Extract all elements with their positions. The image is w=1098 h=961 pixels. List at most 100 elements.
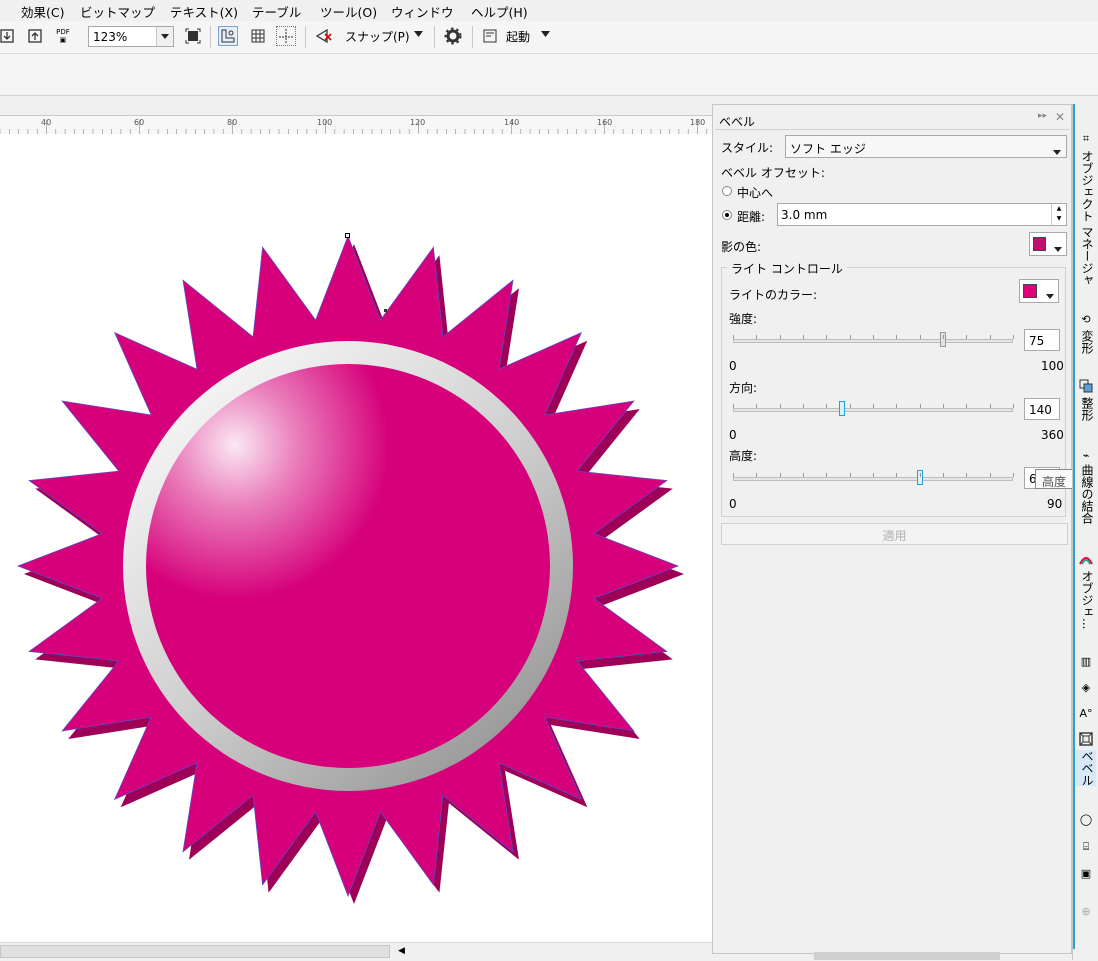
shadow-color-picker[interactable]: [1029, 232, 1067, 256]
slider-tick: [779, 473, 781, 477]
slider-tick: [803, 335, 804, 339]
intensity-field[interactable]: 75: [1024, 329, 1060, 351]
slider-tick: [919, 473, 921, 477]
light-color-label: ライトのカラー:: [729, 288, 818, 302]
ruler-label: 80: [227, 118, 238, 127]
menu-text[interactable]: テキスト(X): [170, 2, 238, 21]
distance-spinbox[interactable]: 3.0 mm ▲ ▼: [777, 203, 1067, 226]
zoom-value: 123%: [93, 30, 128, 44]
collapse-docker-icon[interactable]: ▸▸: [1038, 111, 1047, 121]
close-icon[interactable]: ✕: [1055, 110, 1065, 124]
menu-effects[interactable]: 効果(C): [21, 2, 64, 21]
launch-app-icon[interactable]: [480, 26, 500, 46]
slider-tick: [943, 473, 944, 477]
show-guidelines-icon[interactable]: [276, 26, 296, 46]
toolbar-separator: [434, 26, 435, 48]
text-properties-icon[interactable]: A°: [1077, 704, 1095, 722]
standard-toolbar: PDF ▣ 123% スナップ(P) 起動: [0, 21, 1098, 54]
docker-tab-strip: ⌗ オブジェクト マネージャ ⟲ 変形 整形 ⌁ 曲線の結合 オブジェ... ▥…: [1072, 104, 1098, 960]
style-label: スタイル:: [721, 141, 774, 155]
to-center-label[interactable]: 中心へ: [737, 184, 773, 201]
direction-slider-thumb[interactable]: [838, 401, 845, 416]
tab-object-manager[interactable]: オブジェクト マネージャ: [1076, 150, 1096, 286]
distance-radio[interactable]: [722, 210, 732, 220]
scroll-left-arrow-icon[interactable]: ◀: [398, 946, 405, 956]
slider-tick: [756, 473, 758, 477]
direction-value: 140: [1029, 403, 1052, 417]
to-center-radio[interactable]: [722, 186, 732, 196]
drawing-canvas[interactable]: [0, 134, 712, 942]
intensity-label: 強度:: [729, 312, 758, 326]
transform-icon: ⟲: [1081, 312, 1091, 326]
horizontal-scrollbar[interactable]: ◀: [0, 942, 712, 961]
join-curves-icon: ⌁: [1082, 448, 1090, 462]
show-grid-icon[interactable]: [248, 26, 268, 46]
intensity-min: 0: [729, 359, 737, 373]
light-color-picker[interactable]: [1019, 279, 1059, 303]
contour-icon[interactable]: ◯: [1077, 810, 1095, 828]
apply-button[interactable]: 適用: [721, 523, 1068, 545]
direction-field[interactable]: 140: [1024, 398, 1060, 420]
fill-icon[interactable]: ◈: [1077, 678, 1095, 696]
snap-off-icon[interactable]: [314, 26, 334, 46]
slider-tick: [849, 404, 851, 408]
import-icon[interactable]: [0, 26, 17, 46]
export-icon[interactable]: [25, 26, 45, 46]
blend-icon[interactable]: ⌸: [1077, 838, 1095, 856]
chevron-down-icon[interactable]: [414, 26, 423, 40]
slider-tick: [803, 404, 804, 408]
intensity-max: 100: [1041, 359, 1064, 373]
node-handle[interactable]: [384, 309, 387, 312]
slider-tick: [989, 404, 991, 408]
align-icon[interactable]: ▥: [1077, 652, 1095, 670]
menu-table[interactable]: テーブル: [252, 2, 301, 21]
gear-icon[interactable]: [443, 26, 463, 46]
snap-label[interactable]: スナップ(P): [345, 28, 410, 45]
object-styles-icon: [1077, 550, 1095, 568]
starburst-badge[interactable]: [0, 134, 712, 942]
menu-help[interactable]: ヘルプ(H): [471, 2, 528, 21]
tab-join-curves[interactable]: 曲線の結合: [1076, 464, 1096, 524]
glossy-center-circle: [146, 364, 550, 768]
intensity-slider[interactable]: [733, 339, 1013, 343]
menu-bitmap[interactable]: ビットマップ: [80, 2, 155, 21]
distance-label[interactable]: 距離:: [737, 208, 765, 225]
active-tab-indicator: [1073, 104, 1075, 949]
node-handle[interactable]: [345, 233, 350, 238]
menu-window[interactable]: ウィンドウ: [391, 2, 454, 21]
direction-slider[interactable]: [733, 408, 1013, 412]
tab-bevel[interactable]: ベベル: [1076, 750, 1096, 786]
publish-pdf-icon[interactable]: PDF ▣: [53, 26, 73, 46]
bevel-icon[interactable]: [1077, 730, 1095, 748]
toolbar-separator: [210, 26, 211, 48]
full-screen-icon[interactable]: [183, 26, 203, 46]
tab-transform[interactable]: 変形: [1076, 330, 1096, 354]
tab-object-styles[interactable]: オブジェ...: [1076, 570, 1096, 629]
slider-tick: [896, 335, 898, 339]
add-tab-icon[interactable]: ⊕: [1077, 902, 1095, 920]
slider-tick: [779, 404, 781, 408]
ruler-label: 100: [317, 118, 333, 127]
chevron-down-icon[interactable]: [156, 27, 173, 46]
docker-scroll-thumb[interactable]: [814, 952, 1000, 960]
style-value: ソフト エッジ: [790, 142, 866, 156]
slider-tick: [896, 404, 898, 408]
slider-tick: [733, 404, 734, 408]
zoom-level-combo[interactable]: 123%: [88, 26, 174, 47]
altitude-slider[interactable]: [733, 477, 1013, 481]
scrollbar-track[interactable]: [0, 945, 390, 958]
show-rulers-icon[interactable]: [218, 26, 238, 46]
ruler-label: 140: [504, 118, 520, 127]
chevron-down-icon[interactable]: [541, 26, 550, 40]
tooltip-text: 高度: [1042, 475, 1067, 489]
shadow-color-label: 影の色:: [721, 240, 762, 254]
spin-arrows-icon[interactable]: ▲ ▼: [1051, 204, 1066, 225]
horizontal-ruler[interactable]: 40 60 80 100 120 140 160 180: [0, 115, 712, 135]
tab-shaping[interactable]: 整形: [1076, 397, 1096, 421]
frame-icon[interactable]: ▣: [1077, 864, 1095, 882]
menu-tools[interactable]: ツール(O): [320, 2, 377, 21]
launch-label[interactable]: 起動: [506, 28, 530, 45]
slider-tick: [826, 473, 828, 477]
style-select[interactable]: ソフト エッジ: [785, 135, 1067, 158]
ruler-label: 180: [690, 118, 706, 127]
